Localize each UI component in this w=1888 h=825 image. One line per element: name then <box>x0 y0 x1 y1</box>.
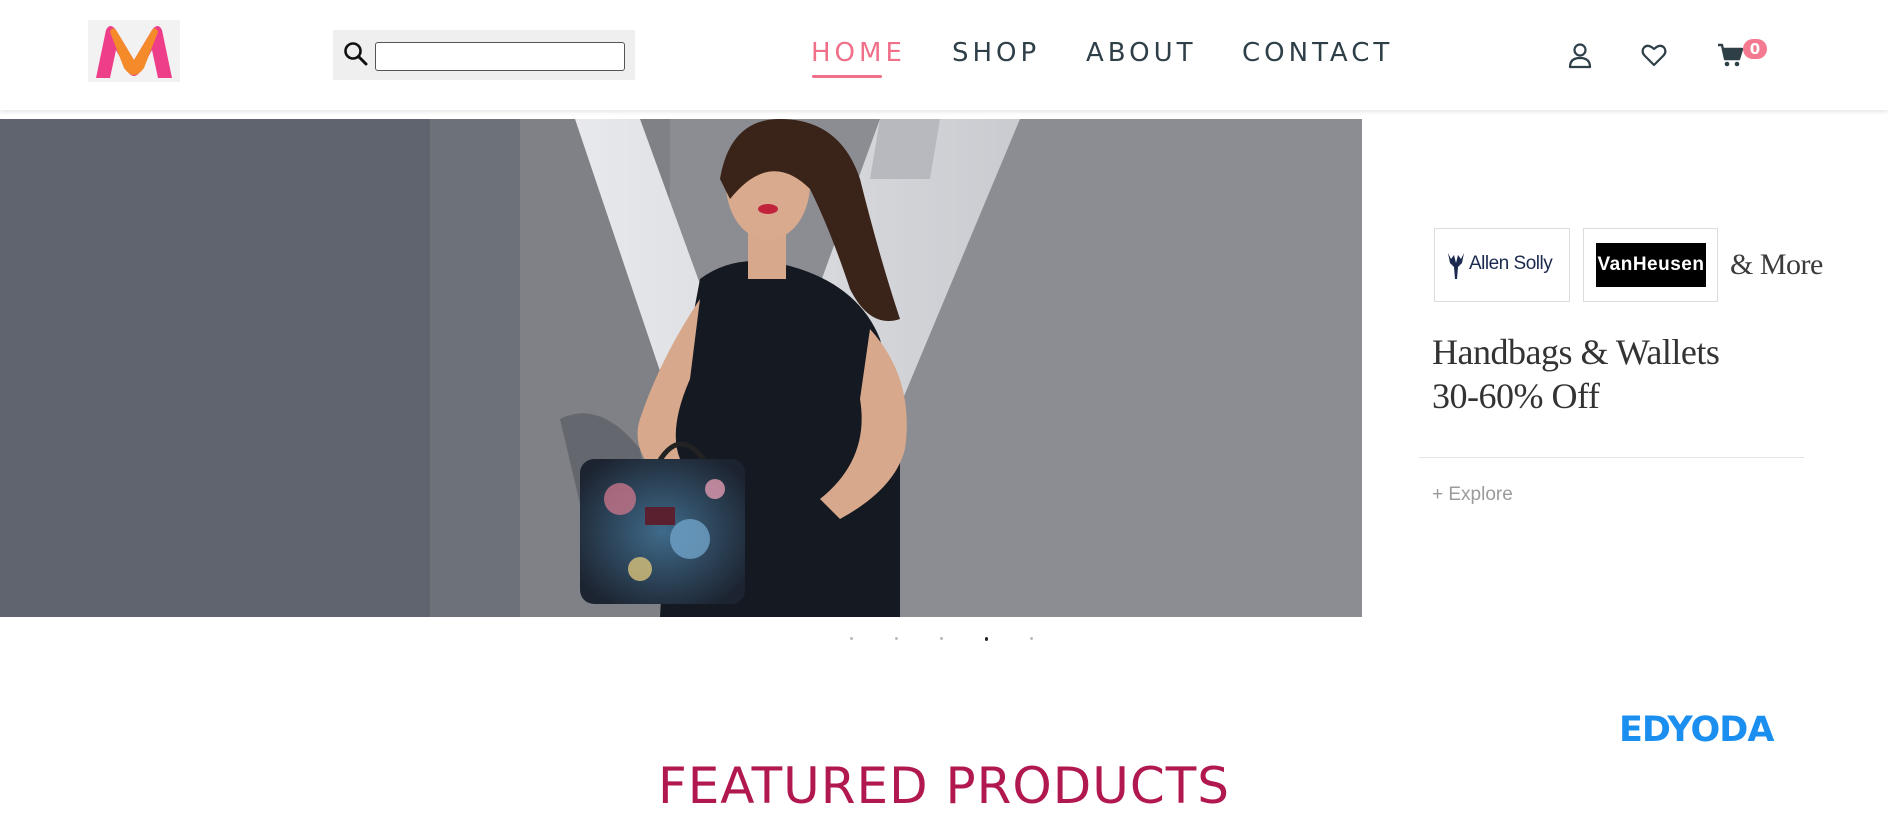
carousel-dot-2[interactable] <box>895 637 898 640</box>
carousel-dot-5[interactable] <box>1030 637 1033 640</box>
stag-icon <box>1448 253 1464 279</box>
promo-title: Handbags & Wallets <box>1432 332 1720 372</box>
and-more-text: & More <box>1730 248 1823 281</box>
site-header: HOME SHOP ABOUT CONTACT 0 <box>0 0 1888 110</box>
active-nav-underline <box>812 75 882 78</box>
nav-contact[interactable]: CONTACT <box>1242 38 1393 68</box>
nav-home[interactable]: HOME <box>811 38 906 68</box>
user-icon[interactable] <box>1566 41 1594 69</box>
carousel-dot-4[interactable] <box>985 637 988 641</box>
nav-about[interactable]: ABOUT <box>1086 38 1197 68</box>
allen-solly-logo: Allen Solly <box>1434 228 1570 302</box>
search-bar <box>333 30 635 80</box>
carousel-dot-3[interactable] <box>940 637 943 640</box>
cart-icon[interactable] <box>1716 41 1744 69</box>
cart-count-badge: 0 <box>1743 39 1767 59</box>
banner-illustration <box>0 119 1362 617</box>
search-input[interactable] <box>375 42 625 71</box>
featured-products-heading: FEATURED PRODUCTS <box>657 757 1231 815</box>
explore-link[interactable]: + Explore <box>1432 484 1513 506</box>
myntra-logo[interactable] <box>88 20 180 82</box>
carousel-dot-1[interactable] <box>850 637 853 640</box>
promo-discount: 30-60% Off <box>1432 376 1600 416</box>
search-icon[interactable] <box>343 41 369 67</box>
hero-banner-image[interactable] <box>0 119 1362 617</box>
van-heusen-logo: VanHeusen <box>1583 228 1718 302</box>
allen-solly-text: Allen Solly <box>1469 253 1553 274</box>
edyoda-logo: EDYODA <box>1619 710 1774 750</box>
promo-divider <box>1419 457 1804 458</box>
heart-icon[interactable] <box>1640 41 1668 69</box>
van-heusen-text: VanHeusen <box>1596 243 1706 287</box>
nav-shop[interactable]: SHOP <box>952 38 1040 68</box>
